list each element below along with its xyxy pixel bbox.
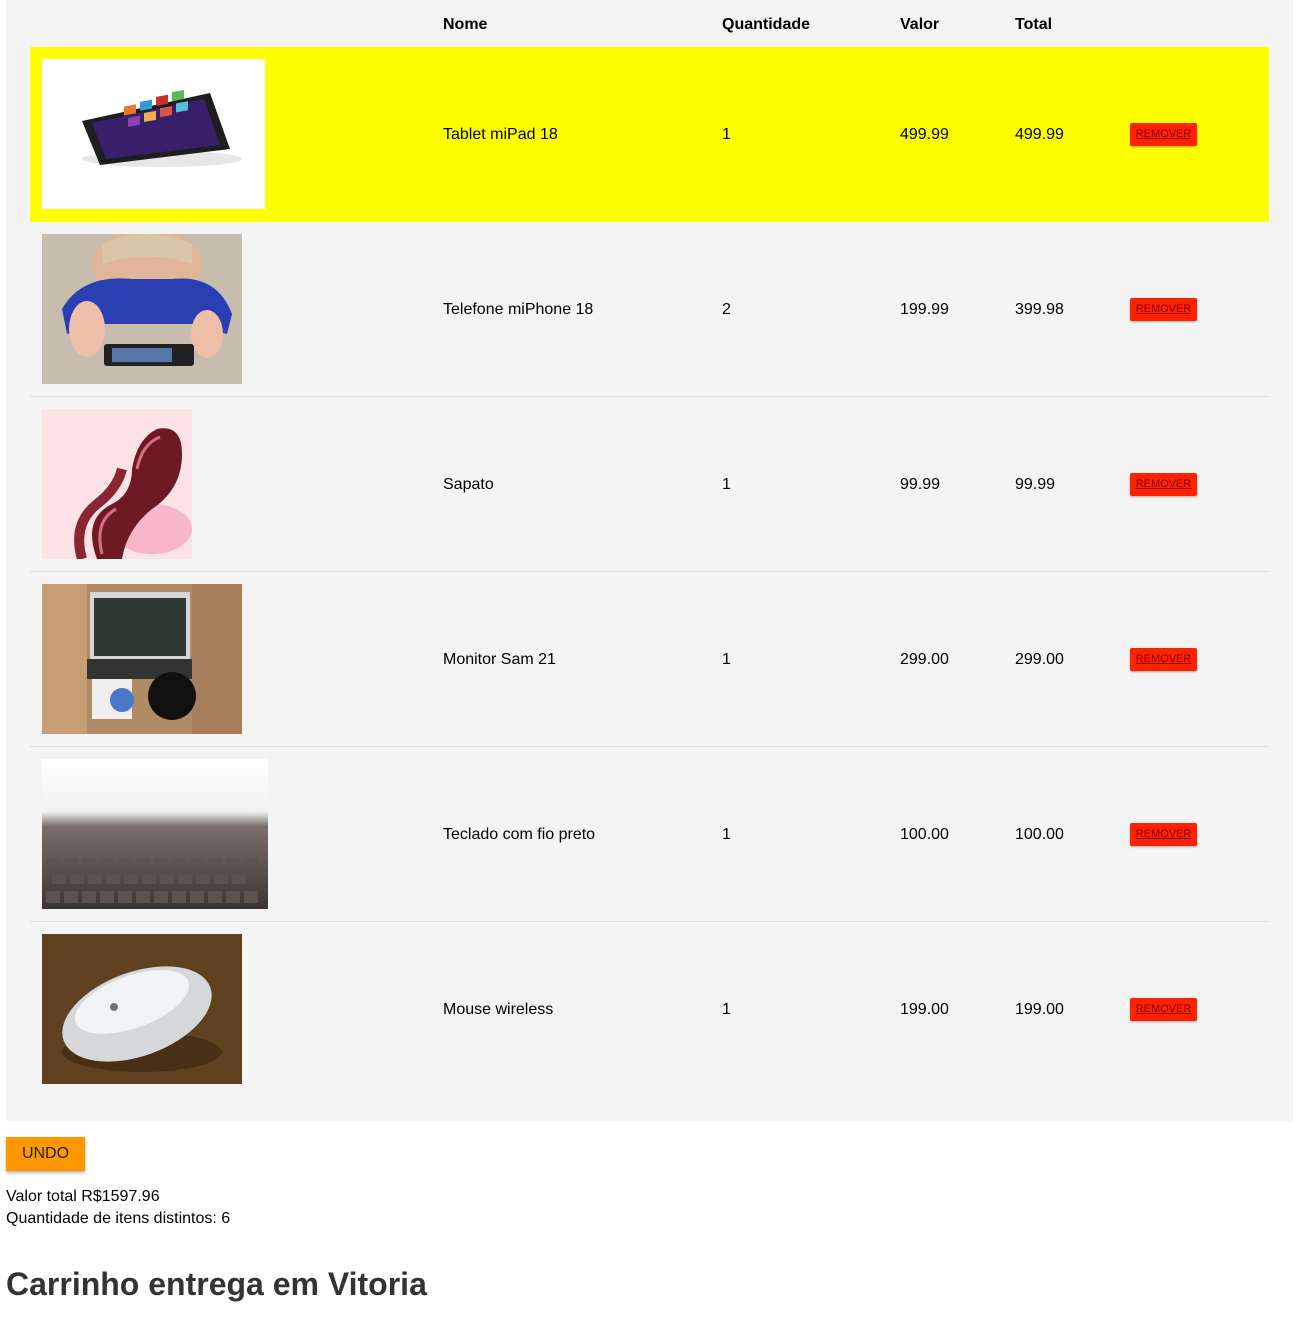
product-quantity: 1 xyxy=(722,651,731,668)
header-valor: Valor xyxy=(900,16,940,33)
keyboard-image xyxy=(42,759,268,909)
product-quantity: 1 xyxy=(722,1001,731,1018)
section-title: Carrinho entrega em Vitoria xyxy=(6,1266,427,1302)
mouse-image xyxy=(42,934,242,1084)
remove-button[interactable]: REMOVER xyxy=(1130,473,1197,496)
distinct-items-count: Quantidade de itens distintos: 6 xyxy=(6,1210,231,1227)
product-total: 99.99 xyxy=(1015,476,1056,493)
product-total: 499.99 xyxy=(1015,126,1064,143)
product-name: Monitor Sam 21 xyxy=(443,651,556,668)
table-row: Telefone miPhone 18 2 199.99 399.98 REMO… xyxy=(30,222,1269,397)
table-row: Monitor Sam 21 1 299.00 299.00 REMOVER xyxy=(30,572,1269,747)
tablet-image xyxy=(42,59,265,209)
remove-button[interactable]: REMOVER xyxy=(1130,123,1197,146)
product-price: 100.00 xyxy=(900,826,949,843)
product-price: 499.99 xyxy=(900,126,949,143)
table-row: Sapato 1 99.99 99.99 REMOVER xyxy=(30,397,1269,572)
remove-button[interactable]: REMOVER xyxy=(1130,998,1197,1021)
table-row: Mouse wireless 1 199.00 199.00 REMOVER xyxy=(30,922,1269,1097)
product-name: Tablet miPad 18 xyxy=(443,126,558,143)
product-price: 99.99 xyxy=(900,476,941,493)
product-total: 100.00 xyxy=(1015,826,1064,843)
undo-button[interactable]: UNDO xyxy=(6,1137,85,1171)
monitor-image xyxy=(42,584,242,734)
product-total: 299.00 xyxy=(1015,651,1064,668)
product-name: Telefone miPhone 18 xyxy=(443,301,594,318)
header-total: Total xyxy=(1015,16,1053,33)
remove-button[interactable]: REMOVER xyxy=(1130,648,1197,671)
product-quantity: 1 xyxy=(722,126,731,143)
table-row: Tablet miPad 18 1 499.99 499.99 REMOVER xyxy=(30,47,1269,222)
product-quantity: 2 xyxy=(722,301,731,318)
remove-button[interactable]: REMOVER xyxy=(1130,823,1197,846)
header-quantidade: Quantidade xyxy=(722,16,811,33)
product-name: Sapato xyxy=(443,476,494,493)
product-price: 299.00 xyxy=(900,651,949,668)
product-price: 199.99 xyxy=(900,301,949,318)
product-name: Teclado com fio preto xyxy=(443,826,596,843)
remove-button[interactable]: REMOVER xyxy=(1130,298,1197,321)
cart-table: Nome Quantidade Valor Total Tablet miPad… xyxy=(6,0,1293,1121)
product-total: 199.00 xyxy=(1015,1001,1064,1018)
product-quantity: 1 xyxy=(722,826,731,843)
product-total: 399.98 xyxy=(1015,301,1064,318)
shoe-image xyxy=(42,409,192,559)
phone-image xyxy=(42,234,242,384)
table-row: Teclado com fio preto 1 100.00 100.00 RE… xyxy=(30,747,1269,922)
product-name: Mouse wireless xyxy=(443,1001,554,1018)
header-nome: Nome xyxy=(443,16,488,33)
product-quantity: 1 xyxy=(722,476,731,493)
product-price: 199.00 xyxy=(900,1001,949,1018)
total-value: Valor total R$1597.96 xyxy=(6,1188,160,1205)
